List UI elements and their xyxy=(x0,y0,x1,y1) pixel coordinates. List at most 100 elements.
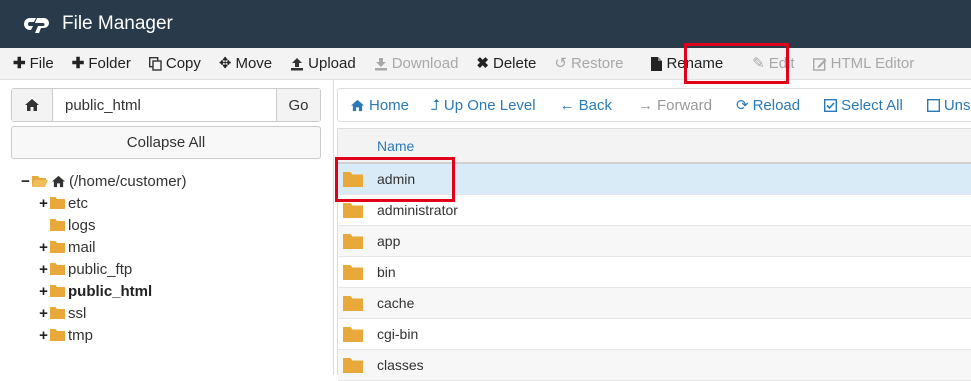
home-label: Home xyxy=(369,96,410,114)
restore-icon: ↺ xyxy=(554,55,567,72)
html-editor-label: HTML Editor xyxy=(830,55,915,72)
unselect-all-label: Unselect xyxy=(943,96,971,114)
tree-item-label: ssl xyxy=(68,304,87,322)
file-name: administrator xyxy=(377,202,458,218)
file-icon xyxy=(651,56,663,71)
expand-toggle-icon[interactable]: + xyxy=(38,261,49,278)
table-row[interactable]: cgi-bin xyxy=(338,319,971,350)
collapse-all-label: Collapse All xyxy=(126,134,206,151)
folder-icon xyxy=(50,307,65,319)
arrow-left-icon: ← xyxy=(559,96,575,114)
tree-item-label: (/home/customer) xyxy=(69,172,187,190)
app-header: File Manager xyxy=(0,0,971,48)
tree-item-tmp[interactable]: + tmp xyxy=(38,324,93,346)
expand-toggle-icon[interactable]: + xyxy=(38,327,49,344)
tree-item-home[interactable]: − (/home/customer) xyxy=(20,170,187,192)
rename-label: Rename xyxy=(666,55,724,72)
copy-button[interactable]: Copy xyxy=(140,48,210,79)
cpanel-logo-icon xyxy=(24,18,49,33)
arrow-right-icon: → xyxy=(637,96,653,114)
tree-item-label: tmp xyxy=(68,326,94,344)
unselect-all-button[interactable]: Unselect xyxy=(915,89,971,121)
reload-label: Reload xyxy=(752,96,801,114)
file-name: cgi-bin xyxy=(377,326,419,342)
tree-item-etc[interactable]: + etc xyxy=(38,192,88,214)
plus-icon: ✚ xyxy=(13,55,26,72)
app-title: File Manager xyxy=(62,13,173,34)
name-column-header[interactable]: Name xyxy=(377,138,414,154)
folder-icon xyxy=(343,203,363,218)
expand-toggle-icon[interactable]: + xyxy=(38,283,49,300)
upload-label: Upload xyxy=(308,55,356,72)
file-name: cache xyxy=(377,295,415,311)
home-icon xyxy=(351,99,364,111)
expand-toggle-icon[interactable]: + xyxy=(38,239,49,256)
x-icon: ✖ xyxy=(476,55,489,72)
folder-icon xyxy=(50,219,65,231)
table-row[interactable]: classes xyxy=(338,350,971,381)
download-button[interactable]: Download xyxy=(365,48,468,79)
folder-icon xyxy=(343,234,363,249)
home-directory-button[interactable] xyxy=(12,89,53,121)
directory-sidebar: Go Collapse All − (/home/customer) + etc… xyxy=(0,80,333,375)
collapse-toggle-icon[interactable]: − xyxy=(20,173,31,190)
go-button[interactable]: Go xyxy=(276,89,320,121)
folder-icon xyxy=(343,296,363,311)
table-header: Name xyxy=(338,128,971,164)
expand-toggle-icon[interactable]: + xyxy=(38,305,49,322)
file-list-table: Name admin administrator app bin cache c… xyxy=(337,128,971,381)
file-name: bin xyxy=(377,264,396,280)
table-row[interactable]: cache xyxy=(338,288,971,319)
tree-item-mail[interactable]: + mail xyxy=(38,236,96,258)
table-row[interactable]: app xyxy=(338,226,971,257)
panel-divider[interactable] xyxy=(333,80,334,375)
tree-item-label: mail xyxy=(68,238,96,256)
folder-icon xyxy=(50,285,65,297)
tree-item-ssl[interactable]: + ssl xyxy=(38,302,86,324)
open-folder-icon xyxy=(32,175,48,187)
restore-label: Restore xyxy=(570,55,624,72)
edit-label: Edit xyxy=(768,55,795,72)
restore-button[interactable]: ↺ Restore xyxy=(545,48,632,79)
move-icon: ✥ xyxy=(218,55,232,72)
folder-icon xyxy=(343,327,363,342)
new-folder-button[interactable]: ✚ Folder xyxy=(63,48,140,79)
folder-icon xyxy=(50,197,65,209)
tree-item-public-html[interactable]: + public_html xyxy=(38,280,152,302)
up-one-level-button[interactable]: ⮥ Up One Level xyxy=(421,89,548,121)
folder-icon xyxy=(50,263,65,275)
move-label: Move xyxy=(235,55,273,72)
collapse-all-button[interactable]: Collapse All xyxy=(11,126,321,159)
edit-button[interactable]: ✎ Edit xyxy=(732,48,803,79)
folder-icon xyxy=(343,265,363,280)
tree-item-public-ftp[interactable]: + public_ftp xyxy=(38,258,132,280)
delete-button[interactable]: ✖ Delete xyxy=(467,48,545,79)
folder-icon xyxy=(50,329,65,341)
html-editor-button[interactable]: HTML Editor xyxy=(804,48,924,79)
path-input[interactable] xyxy=(53,89,276,121)
upload-button[interactable]: Upload xyxy=(281,48,365,79)
expand-toggle-icon[interactable]: + xyxy=(38,195,49,212)
back-button[interactable]: ← Back xyxy=(548,89,624,121)
home-icon xyxy=(25,99,39,111)
go-label: Go xyxy=(288,96,309,114)
new-file-button[interactable]: ✚ File xyxy=(0,48,63,79)
table-row[interactable]: bin xyxy=(338,257,971,288)
rename-button[interactable]: Rename xyxy=(632,48,732,79)
move-button[interactable]: ✥ Move xyxy=(210,48,281,79)
level-up-icon: ⮥ xyxy=(431,96,440,114)
reload-button[interactable]: ⟳ Reload xyxy=(724,89,812,121)
plus-icon: ✚ xyxy=(71,55,85,72)
tree-item-label: logs xyxy=(68,216,96,234)
file-name: admin xyxy=(377,171,416,187)
select-all-button[interactable]: Select All xyxy=(812,89,915,121)
file-name: classes xyxy=(377,357,424,373)
home-button[interactable]: Home xyxy=(338,89,421,121)
copy-icon xyxy=(148,56,162,71)
tree-item-logs[interactable]: logs xyxy=(50,214,96,236)
table-row[interactable]: administrator xyxy=(338,195,971,226)
table-row[interactable]: admin xyxy=(338,164,971,195)
folder-icon xyxy=(343,172,363,187)
forward-button[interactable]: → Forward xyxy=(624,89,724,121)
main-toolbar: ✚ File ✚ Folder Copy ✥ Move Upload Downl… xyxy=(0,48,971,80)
